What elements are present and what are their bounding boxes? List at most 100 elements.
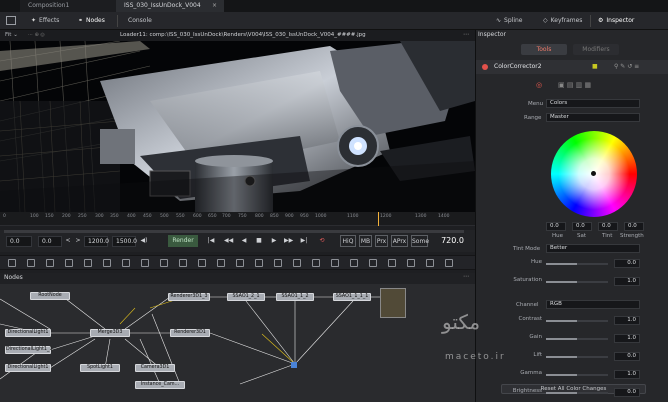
tool-loader-icon[interactable] [236,259,244,267]
hiq-button[interactable]: HiQ [340,235,356,247]
param-value[interactable]: 1.0 [614,334,640,343]
strength-field[interactable]: 0.0 [624,222,644,231]
node-editor[interactable]: RootNode DirectionalLight1 DirectionalLi… [0,284,475,402]
modifiers-tab[interactable]: Modifiers [573,44,619,55]
tool-bspline-icon[interactable] [312,259,320,267]
tool-blur-icon[interactable] [217,259,225,267]
node-ssao1-1-2[interactable]: SSAO1_1_2 [276,293,314,301]
tool-polygon-icon[interactable] [293,259,301,267]
tool-particle-icon[interactable] [141,259,149,267]
param-value[interactable]: 0.0 [614,388,640,397]
effects-button[interactable]: ✦ Effects [31,12,59,30]
viewer-tools-icon[interactable]: ⋯ ⊕ ◎ [28,32,45,38]
channel-dropdown[interactable]: RGB [546,300,640,309]
fast-forward-icon[interactable]: ▶▶ [284,235,293,247]
node-spotlight1[interactable]: SpotLight1 [80,364,120,372]
stop-icon[interactable]: ■ [255,235,263,247]
mask-tab-icon[interactable]: ▣ ▤ ▥ ▦ [558,81,591,89]
end-time-field[interactable]: 1200.0 [84,236,109,247]
param-slider[interactable] [546,392,608,394]
tools-tab[interactable]: Tools [521,44,567,55]
sat-field[interactable]: 0.0 [572,222,592,231]
node-renderer3d1[interactable]: Renderer3D1 [170,329,210,337]
range-slider[interactable] [4,230,464,233]
tool-paint-icon[interactable] [46,259,54,267]
version-icon[interactable]: ■ [592,63,598,70]
param-slider[interactable] [546,374,608,376]
console-button[interactable]: Console [128,12,152,30]
tint-mode-dropdown[interactable]: Better [546,244,640,253]
step-back-icon[interactable]: < [64,235,72,247]
tool-camera-icon[interactable] [388,259,396,267]
play-reverse-icon[interactable]: ◀ [240,235,248,247]
tool-crop-icon[interactable] [331,259,339,267]
nodes-button[interactable]: ⚭ Nodes [78,12,105,30]
audio-icon[interactable]: ◀) [140,235,148,247]
loop-icon[interactable]: ⟲ [317,235,327,247]
tool-saver-icon[interactable] [255,259,263,267]
param-slider[interactable] [546,320,608,322]
param-value[interactable]: 0.0 [614,259,640,268]
param-value[interactable]: 0.0 [614,352,640,361]
node-directional-light-1[interactable]: DirectionalLight1 [5,329,51,337]
node-instance-camera[interactable]: Instance_Cam... [135,381,185,389]
render-button[interactable]: Render [168,235,198,247]
param-slider[interactable] [546,263,608,265]
tool-node-icon[interactable] [445,259,453,267]
aprx-button[interactable]: APrx [391,235,408,247]
panel-toggle-icon[interactable] [6,16,16,25]
tool-merge-icon[interactable] [84,259,92,267]
node-renderer3d1-3[interactable]: Renderer3D1_3 [168,293,210,301]
node-ssao1-2-1[interactable]: SSAO1_2_1 [227,293,265,301]
param-slider[interactable] [546,281,608,283]
param-value[interactable]: 1.0 [614,370,640,379]
tool-light-icon[interactable] [179,259,187,267]
playhead[interactable] [378,212,379,226]
param-value[interactable]: 1.0 [614,277,640,286]
tool-render-icon[interactable] [407,259,415,267]
tool-paint2-icon[interactable] [369,259,377,267]
nodes-menu-icon[interactable]: ⋯ [463,273,469,280]
start-time-field[interactable]: 0.0 [6,236,32,247]
rewind-icon[interactable]: ◀◀ [224,235,233,247]
node-ssao1-1-1-1[interactable]: SSAO1_1_1_1 [333,293,371,301]
node-rootnode[interactable]: RootNode [30,292,70,300]
tool-mask-icon[interactable] [103,259,111,267]
mb-button[interactable]: MB [359,235,372,247]
inspector-button[interactable]: ⚙ Inspector [598,12,634,30]
tool-shape-icon[interactable] [274,259,282,267]
node-merge3d3[interactable]: Merge3D3 [90,329,130,337]
tool-background-icon[interactable] [27,259,35,267]
tab-close-icon[interactable]: × [212,2,217,9]
viewer-menu-icon[interactable]: ⋯ [463,31,469,38]
viewer-image[interactable] [0,41,475,212]
range-dropdown[interactable]: Master [546,113,640,122]
tint-field[interactable]: 0.0 [598,222,618,231]
tab-composition1[interactable]: Composition1 [20,0,116,12]
some-button[interactable]: Some [411,235,429,247]
tool-color-icon[interactable] [198,259,206,267]
param-slider[interactable] [546,338,608,340]
tab-iss-030[interactable]: ISS_030_IssUnDock_V004 [116,0,224,12]
go-start-icon[interactable]: |◀ [207,235,215,247]
play-icon[interactable]: ▶ [270,235,278,247]
tool-3d-icon[interactable] [160,259,168,267]
param-value[interactable]: 1.0 [614,316,640,325]
fit-dropdown[interactable]: Fit ⌄ [5,30,18,41]
color-wheel[interactable] [551,131,637,217]
go-end-icon[interactable]: ▶| [300,235,308,247]
prx-button[interactable]: Prx [375,235,388,247]
keyframes-button[interactable]: ◇ Keyframes [543,12,582,30]
tool-shader-icon[interactable] [426,259,434,267]
pin-icon[interactable]: ⚲ ✎ ↺ ≡ [614,63,639,70]
node-camera3d1[interactable]: Camera3D1 [135,364,175,372]
time-ruler[interactable]: 0 100 150 200 250 300 350 400 450 500 550 600 650 700… [0,212,475,226]
tool-rotate-icon[interactable] [8,259,16,267]
out-time-field[interactable]: 1500.0 [112,236,137,247]
spline-button[interactable]: ∿ Spline [496,12,522,30]
node-directional-light-1-1[interactable]: DirectionalLight1_1 [5,346,52,354]
in-time-field[interactable]: 0.0 [38,236,62,247]
param-slider[interactable] [546,356,608,358]
tool-tracker-icon[interactable] [350,259,358,267]
color-tab-icon[interactable]: ◎ [536,81,542,89]
